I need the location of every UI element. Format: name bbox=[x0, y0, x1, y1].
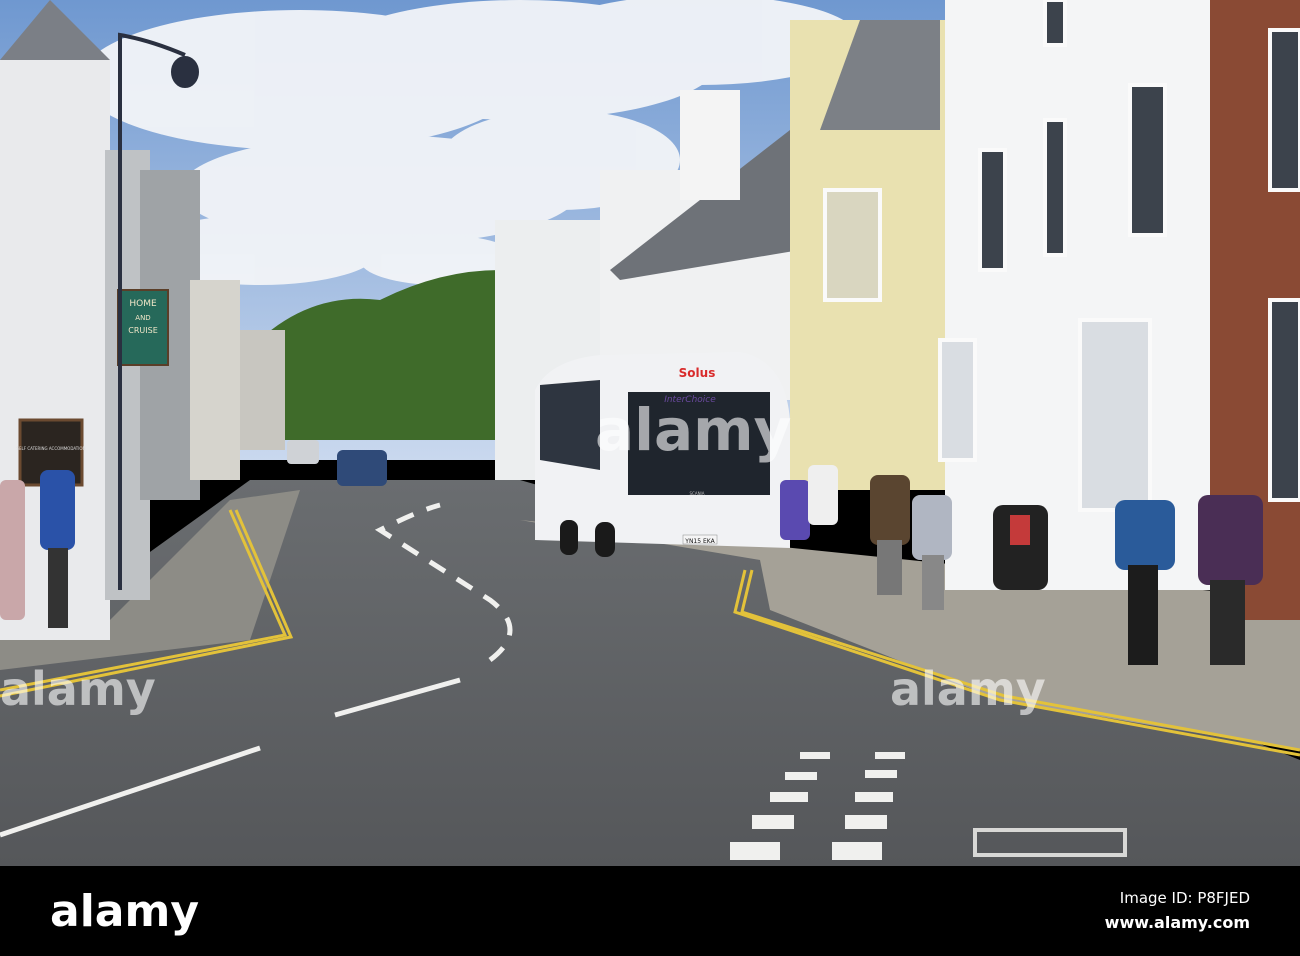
svg-text:YN15 EKA: YN15 EKA bbox=[684, 538, 715, 545]
svg-text:alamy: alamy bbox=[595, 396, 791, 464]
street-photo: HOME AND CRUISE SELF CATERING ACCOMMODAT… bbox=[0, 0, 1300, 956]
svg-text:HOME: HOME bbox=[129, 299, 157, 309]
svg-text:alamy: alamy bbox=[890, 662, 1046, 716]
svg-text:Solus: Solus bbox=[679, 366, 716, 380]
alamy-logo: alamy bbox=[50, 886, 199, 937]
shop-sign-home-and-cruise: HOME AND CRUISE bbox=[117, 289, 169, 366]
svg-text:SELF CATERING ACCOMMODATION: SELF CATERING ACCOMMODATION bbox=[16, 446, 85, 451]
svg-text:AND: AND bbox=[135, 314, 150, 322]
svg-text:alamy: alamy bbox=[0, 662, 156, 716]
svg-text:SCANIA: SCANIA bbox=[690, 491, 705, 496]
alamy-url: www.alamy.com bbox=[1105, 913, 1250, 932]
photo-canvas: HOME AND CRUISE SELF CATERING ACCOMMODAT… bbox=[0, 0, 1300, 956]
svg-text:CRUISE: CRUISE bbox=[128, 326, 158, 335]
image-id: Image ID: P8FJED bbox=[1120, 889, 1250, 907]
